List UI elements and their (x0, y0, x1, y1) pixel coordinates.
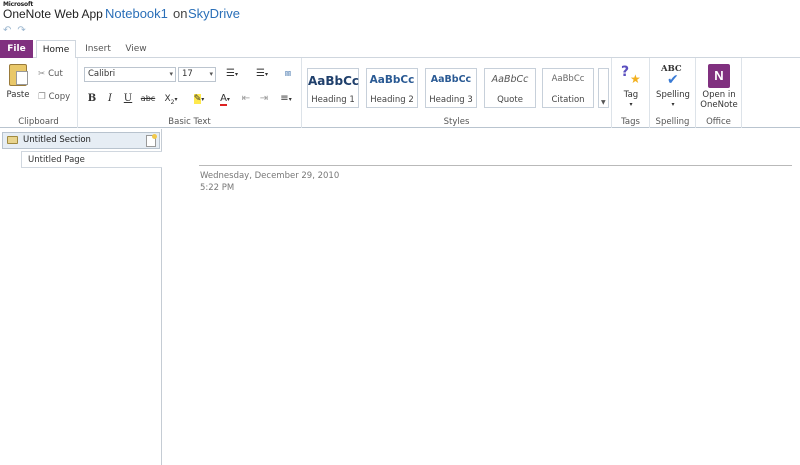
page-date: Wednesday, December 29, 2010 (200, 171, 340, 181)
underline-icon[interactable]: U (122, 93, 134, 105)
bullets-icon[interactable]: ☰▾ (221, 68, 243, 81)
spelling-label: Spelling (656, 90, 690, 100)
font-name-value: Calibri (88, 69, 116, 79)
copy-icon: ❐ (38, 92, 46, 102)
decrease-indent-icon[interactable]: ⇤ (240, 93, 252, 105)
style-name: Heading 1 (311, 95, 355, 105)
italic-icon[interactable]: I (104, 93, 116, 105)
font-color-icon[interactable]: A▾ (214, 93, 236, 106)
clear-formatting-icon[interactable]: ⩎ (280, 68, 296, 80)
numbering-icon[interactable]: ☰▾ (251, 68, 273, 81)
highlight-icon[interactable]: ✎▾ (188, 93, 210, 106)
quick-access-toolbar: ↶ ↷ (3, 26, 26, 38)
style-name: Quote (497, 95, 523, 105)
ribbon: Paste ✂ Cut ❐ Copy Clipboard Basic Text Ca… (0, 58, 800, 128)
tags-group-label: Tags (621, 117, 640, 127)
chevron-down-icon: ▾ (671, 101, 675, 108)
style-heading3[interactable]: AaBbCc Heading 3 (425, 68, 477, 108)
styles-more-button[interactable]: ▼ (598, 68, 609, 108)
styles-group-label: Styles (443, 117, 470, 127)
tab-insert[interactable]: Insert (80, 40, 116, 58)
style-name: Citation (551, 95, 585, 105)
scissors-icon: ✂ (38, 69, 46, 79)
copy-button[interactable]: ❐ Copy (38, 92, 70, 106)
open-in-onenote-button[interactable]: N Open in OneNote (698, 62, 740, 110)
style-name: Heading 3 (429, 95, 473, 105)
style-citation[interactable]: AaBbCc Citation (542, 68, 594, 108)
font-size-value: 17 (182, 69, 193, 79)
onenote-icon: N (708, 64, 730, 88)
skydrive-link[interactable]: SkyDrive (188, 6, 240, 21)
open-in-label: Open in (702, 90, 736, 100)
copy-label: Copy (48, 92, 71, 102)
tab-file[interactable]: File (0, 40, 33, 58)
bold-icon[interactable]: B (86, 93, 98, 105)
spelling-group-label: Spelling (655, 117, 690, 127)
new-page-icon[interactable] (146, 134, 157, 147)
tag-button[interactable]: ? ★ Tag ▾ (616, 62, 646, 110)
clipboard-group-label: Clipboard (18, 117, 59, 127)
subscript-icon[interactable]: X2▾ (161, 93, 181, 109)
basic-text-group-label: Basic Text (168, 117, 211, 127)
font-size-select[interactable]: 17 ▾ (178, 67, 216, 82)
cut-button[interactable]: ✂ Cut (38, 69, 63, 83)
style-name: Heading 2 (370, 95, 414, 105)
office-group-label: Office (706, 117, 731, 127)
title-bar: Microsoft OneNote Web App Notebook1 on S… (0, 0, 800, 26)
tag-icon: ? ★ (621, 64, 641, 86)
onenote-label: OneNote (700, 100, 738, 110)
style-heading1[interactable]: AaBbCc Heading 1 (307, 68, 359, 108)
section-icon (7, 136, 18, 144)
chevron-down-icon: ▾ (209, 70, 213, 78)
tab-view[interactable]: View (120, 40, 152, 58)
chevron-down-icon: ▼ (601, 99, 606, 106)
app-name: OneNote Web App (3, 7, 103, 21)
notebook-link[interactable]: Notebook1 (105, 6, 168, 21)
section-label: Untitled Section (23, 135, 91, 145)
spellcheck-icon: ABC ✔ (661, 64, 682, 88)
chevron-down-icon: ▾ (629, 101, 633, 108)
style-quote[interactable]: AaBbCc Quote (484, 68, 536, 108)
style-sample: AaBbCc (551, 74, 585, 84)
page-time: 5:22 PM (200, 183, 235, 193)
ribbon-tabs: File Home Insert View (0, 40, 800, 59)
navigation-pane: Untitled Section Untitled Page (0, 129, 162, 465)
page-title-line[interactable] (199, 165, 792, 166)
redo-icon[interactable]: ↷ (17, 26, 25, 38)
tab-home[interactable]: Home (36, 40, 76, 59)
cut-label: Cut (48, 69, 63, 79)
section-item[interactable]: Untitled Section (2, 132, 160, 149)
tag-label: Tag (623, 90, 639, 100)
style-sample: AaBbCc (369, 74, 415, 86)
spelling-button[interactable]: ABC ✔ Spelling ▾ (653, 62, 693, 110)
paste-button[interactable]: Paste (5, 62, 31, 106)
paste-icon (9, 64, 28, 86)
style-sample: AaBbCc (491, 74, 529, 85)
clipboard-group: Paste ✂ Cut ❐ Copy Clipboard (0, 58, 78, 128)
increase-indent-icon[interactable]: ⇥ (258, 93, 270, 105)
style-sample: AaBbCc (308, 74, 360, 88)
chevron-down-icon: ▾ (169, 70, 173, 78)
page-canvas[interactable]: Wednesday, December 29, 2010 5:22 PM (163, 129, 800, 465)
undo-icon[interactable]: ↶ (3, 26, 11, 38)
page-item[interactable]: Untitled Page (21, 151, 162, 168)
align-icon[interactable]: ≡▾ (276, 93, 296, 106)
strikethrough-icon[interactable]: abc (140, 93, 156, 105)
font-name-select[interactable]: Calibri ▾ (84, 67, 176, 82)
style-heading2[interactable]: AaBbCc Heading 2 (366, 68, 418, 108)
paste-label: Paste (6, 90, 30, 100)
on-label: on (173, 6, 188, 21)
style-sample: AaBbCc (430, 74, 472, 85)
page-label: Untitled Page (28, 155, 85, 165)
